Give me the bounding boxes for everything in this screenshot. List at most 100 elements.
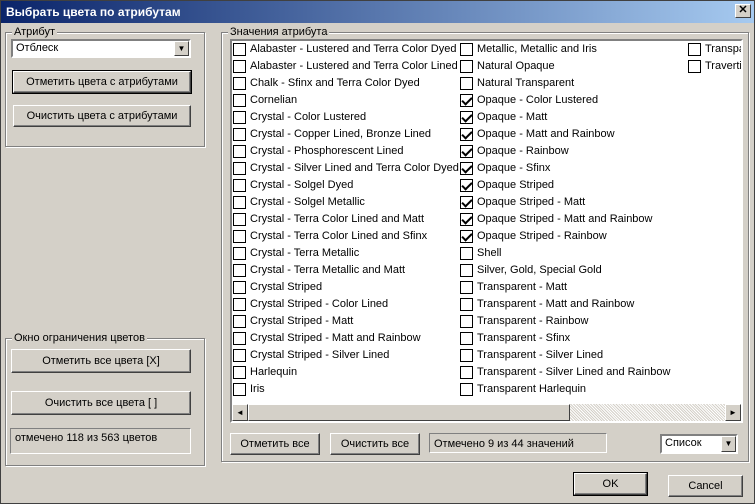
- list-item[interactable]: Crystal - Copper Lined, Bronze Lined: [232, 126, 460, 143]
- checkbox-checked[interactable]: [460, 145, 473, 158]
- mark-all-values-button[interactable]: Отметить все: [230, 433, 320, 455]
- list-item[interactable]: Crystal - Terra Metallic and Matt: [232, 262, 460, 279]
- checkbox[interactable]: [460, 77, 473, 90]
- checkbox-checked[interactable]: [460, 111, 473, 124]
- checkbox[interactable]: [460, 366, 473, 379]
- list-item[interactable]: Silver, Gold, Special Gold: [459, 262, 687, 279]
- list-item[interactable]: Opaque Striped: [459, 177, 687, 194]
- attribute-select[interactable]: Отблеск ▼: [11, 39, 191, 58]
- checkbox[interactable]: [460, 43, 473, 56]
- cancel-button[interactable]: Cancel: [668, 475, 743, 497]
- list-item[interactable]: Opaque - Matt: [459, 109, 687, 126]
- checkbox[interactable]: [233, 128, 246, 141]
- list-item[interactable]: Crystal Striped - Silver Lined: [232, 347, 460, 364]
- list-item[interactable]: Natural Transparent: [459, 75, 687, 92]
- list-item[interactable]: Crystal Striped: [232, 279, 460, 296]
- list-item[interactable]: Crystal - Terra Color Lined and Matt: [232, 211, 460, 228]
- checkbox[interactable]: [233, 264, 246, 277]
- checkbox[interactable]: [233, 94, 246, 107]
- list-item[interactable]: Travertin: [687, 58, 741, 75]
- list-item[interactable]: Transparent - Sfinx: [459, 330, 687, 347]
- checkbox[interactable]: [688, 60, 701, 73]
- chevron-down-icon[interactable]: ▼: [174, 41, 189, 56]
- list-item[interactable]: Crystal Striped - Matt: [232, 313, 460, 330]
- list-item[interactable]: Opaque Striped - Matt and Rainbow: [459, 211, 687, 228]
- checkbox[interactable]: [233, 162, 246, 175]
- list-item[interactable]: Opaque - Sfinx: [459, 160, 687, 177]
- checkbox[interactable]: [233, 315, 246, 328]
- checkbox[interactable]: [233, 349, 246, 362]
- checkbox[interactable]: [233, 111, 246, 124]
- checkbox-checked[interactable]: [460, 162, 473, 175]
- checkbox[interactable]: [460, 332, 473, 345]
- scroll-thumb[interactable]: [248, 404, 570, 421]
- list-item[interactable]: Transparent - Silver Lined and Rainbow: [459, 364, 687, 381]
- view-mode-select[interactable]: Список ▼: [660, 434, 738, 454]
- clear-attr-colors-button[interactable]: Очистить цвета с атрибутами: [13, 105, 191, 127]
- checkbox[interactable]: [233, 281, 246, 294]
- checkbox[interactable]: [233, 213, 246, 226]
- checkbox[interactable]: [233, 77, 246, 90]
- checkbox[interactable]: [233, 366, 246, 379]
- list-item[interactable]: Opaque - Rainbow: [459, 143, 687, 160]
- list-item[interactable]: Alabaster - Lustered and Terra Color Dye…: [232, 41, 460, 58]
- checkbox[interactable]: [460, 383, 473, 396]
- checkbox[interactable]: [233, 230, 246, 243]
- list-item[interactable]: Crystal - Solgel Dyed: [232, 177, 460, 194]
- list-item[interactable]: Cornelian: [232, 92, 460, 109]
- list-item[interactable]: Alabaster - Lustered and Terra Color Lin…: [232, 58, 460, 75]
- list-item[interactable]: Crystal - Color Lustered: [232, 109, 460, 126]
- list-item[interactable]: Iris: [232, 381, 460, 398]
- checkbox[interactable]: [460, 315, 473, 328]
- checkbox-checked[interactable]: [460, 179, 473, 192]
- checkbox[interactable]: [233, 196, 246, 209]
- checkbox[interactable]: [460, 281, 473, 294]
- list-item[interactable]: Opaque Striped - Rainbow: [459, 228, 687, 245]
- checkbox[interactable]: [460, 247, 473, 260]
- checkbox[interactable]: [460, 264, 473, 277]
- list-item[interactable]: Shell: [459, 245, 687, 262]
- clear-all-values-button[interactable]: Очистить все: [330, 433, 420, 455]
- clear-all-colors-button[interactable]: Очистить все цвета [ ]: [11, 391, 191, 415]
- checkbox-checked[interactable]: [460, 213, 473, 226]
- ok-button[interactable]: OK: [573, 472, 648, 496]
- list-item[interactable]: Transpa: [687, 41, 741, 58]
- list-item[interactable]: Crystal Striped - Matt and Rainbow: [232, 330, 460, 347]
- list-item[interactable]: Transparent - Silver Lined: [459, 347, 687, 364]
- list-item[interactable]: Harlequin: [232, 364, 460, 381]
- list-item[interactable]: Transparent - Matt: [459, 279, 687, 296]
- list-item[interactable]: Natural Opaque: [459, 58, 687, 75]
- list-item[interactable]: Metallic, Metallic and Iris: [459, 41, 687, 58]
- checkbox[interactable]: [233, 247, 246, 260]
- checkbox[interactable]: [460, 298, 473, 311]
- scroll-left-icon[interactable]: ◄: [232, 404, 248, 421]
- checkbox[interactable]: [233, 383, 246, 396]
- list-item[interactable]: Crystal - Terra Color Lined and Sfinx: [232, 228, 460, 245]
- checkbox-checked[interactable]: [460, 94, 473, 107]
- checkbox[interactable]: [233, 60, 246, 73]
- list-item[interactable]: Opaque Striped - Matt: [459, 194, 687, 211]
- list-item[interactable]: Crystal - Phosphorescent Lined: [232, 143, 460, 160]
- checkbox[interactable]: [233, 145, 246, 158]
- checkbox[interactable]: [233, 332, 246, 345]
- checkbox[interactable]: [233, 298, 246, 311]
- list-item[interactable]: Transparent - Rainbow: [459, 313, 687, 330]
- list-item[interactable]: Crystal Striped - Color Lined: [232, 296, 460, 313]
- list-item[interactable]: Crystal - Solgel Metallic: [232, 194, 460, 211]
- checkbox[interactable]: [233, 43, 246, 56]
- chevron-down-icon[interactable]: ▼: [721, 436, 736, 452]
- checkbox[interactable]: [460, 60, 473, 73]
- list-item[interactable]: Crystal - Terra Metallic: [232, 245, 460, 262]
- close-icon[interactable]: ✕: [735, 4, 751, 18]
- checkbox[interactable]: [460, 349, 473, 362]
- checkbox-checked[interactable]: [460, 230, 473, 243]
- scroll-right-icon[interactable]: ►: [725, 404, 741, 421]
- horizontal-scrollbar[interactable]: ◄ ►: [232, 404, 741, 421]
- list-item[interactable]: Opaque - Color Lustered: [459, 92, 687, 109]
- mark-attr-colors-button[interactable]: Отметить цвета с атрибутами: [12, 70, 192, 94]
- list-item[interactable]: Chalk - Sfinx and Terra Color Dyed: [232, 75, 460, 92]
- checkbox-checked[interactable]: [460, 196, 473, 209]
- checkbox[interactable]: [233, 179, 246, 192]
- list-item[interactable]: Transparent - Matt and Rainbow: [459, 296, 687, 313]
- checkbox-checked[interactable]: [460, 128, 473, 141]
